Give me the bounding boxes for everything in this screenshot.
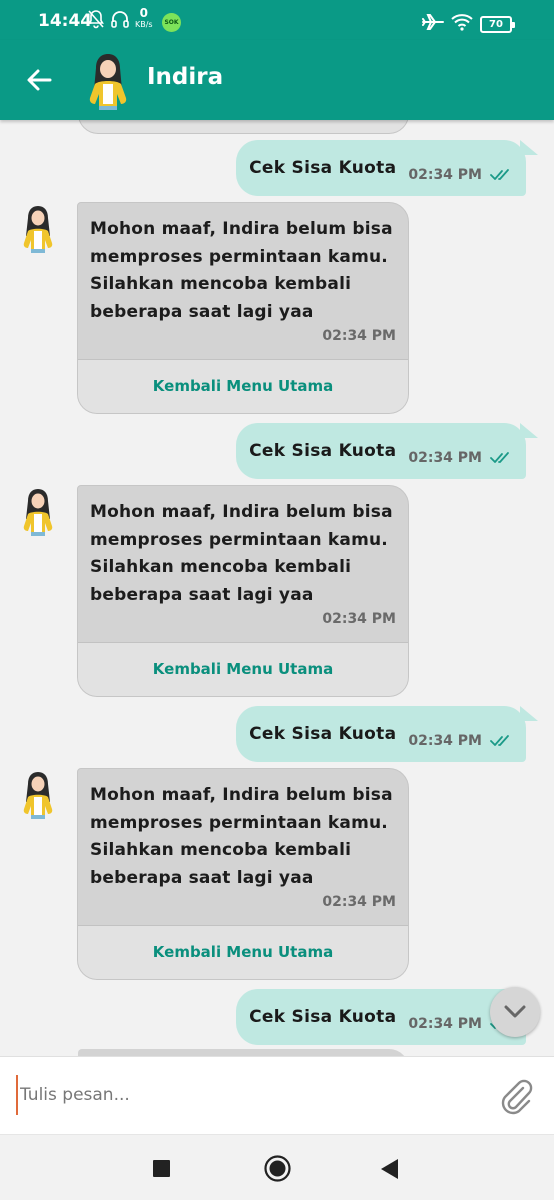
chat-area[interactable]: Cek Sisa Kuota 02:34 PM Mohon maaf, Indi…: [0, 120, 554, 1056]
message-time: 02:34 PM: [408, 167, 482, 183]
bot-avatar: [23, 206, 53, 253]
message-time: 02:34 PM: [322, 894, 396, 910]
status-bar: 14:44 0 KB/s SOK 70: [0, 0, 554, 40]
previous-message-card-partial: [78, 120, 409, 134]
airplane-mode-icon: [422, 14, 444, 30]
headset-icon: [111, 11, 129, 28]
bot-reply-card: Mohon maaf, Indira belum bisa memproses …: [77, 485, 409, 697]
bot-reply-card: Mohon maaf, Indira belum bisa memproses …: [77, 202, 409, 414]
notifications-off-icon: [88, 10, 104, 29]
message-text: Cek Sisa Kuota: [249, 724, 397, 744]
back-arrow-icon[interactable]: [24, 65, 54, 95]
status-time: 14:44: [38, 11, 93, 31]
app-notification-badge: SOK: [162, 13, 181, 32]
message-text: Mohon maaf, Indira belum bisa memproses …: [90, 785, 393, 888]
message-text: Mohon maaf, Indira belum bisa memproses …: [90, 502, 393, 605]
message-time: 02:34 PM: [408, 733, 482, 749]
chevron-down-icon: [504, 1005, 526, 1018]
back-to-main-menu-button[interactable]: Kembali Menu Utama: [78, 359, 408, 413]
next-message-card-partial: [78, 1049, 409, 1056]
outgoing-message[interactable]: Cek Sisa Kuota 02:34 PM: [236, 706, 526, 762]
double-check-icon: [490, 169, 509, 180]
outgoing-message[interactable]: Cek Sisa Kuota 02:34 PM: [236, 140, 526, 196]
paperclip-icon[interactable]: [497, 1077, 535, 1115]
network-speed-value: 0: [139, 6, 148, 20]
message-text: Cek Sisa Kuota: [249, 441, 397, 461]
system-navigation-bar: [0, 1134, 554, 1200]
battery-indicator: 70: [480, 16, 515, 33]
chat-title: Indira: [147, 64, 224, 90]
double-check-icon: [490, 452, 509, 463]
double-check-icon: [490, 735, 509, 746]
recent-apps-icon[interactable]: [153, 1160, 170, 1177]
outgoing-message[interactable]: Cek Sisa Kuota 02:34 PM: [236, 423, 526, 479]
message-composer: [0, 1056, 554, 1134]
scroll-to-bottom-button[interactable]: [490, 987, 540, 1037]
app-bar: Indira: [0, 40, 554, 120]
bot-avatar: [23, 772, 53, 819]
wifi-icon: [451, 14, 473, 31]
message-text: Cek Sisa Kuota: [249, 158, 397, 178]
message-text: Cek Sisa Kuota: [249, 1007, 397, 1027]
bot-avatar-header[interactable]: [84, 50, 132, 110]
message-time: 02:34 PM: [408, 1016, 482, 1032]
home-icon[interactable]: [264, 1155, 291, 1182]
bot-reply-card: Mohon maaf, Indira belum bisa memproses …: [77, 768, 409, 980]
back-to-main-menu-button[interactable]: Kembali Menu Utama: [78, 642, 408, 696]
message-time: 02:34 PM: [408, 450, 482, 466]
message-time: 02:34 PM: [322, 328, 396, 344]
back-to-main-menu-button[interactable]: Kembali Menu Utama: [78, 925, 408, 979]
message-text: Mohon maaf, Indira belum bisa memproses …: [90, 219, 393, 322]
network-speed: 0 KB/s: [135, 6, 153, 30]
bot-avatar: [23, 489, 53, 536]
network-speed-unit: KB/s: [135, 20, 153, 29]
outgoing-message[interactable]: Cek Sisa Kuota 02:34 PM: [236, 989, 526, 1045]
message-time: 02:34 PM: [322, 611, 396, 627]
back-nav-icon[interactable]: [381, 1159, 399, 1179]
message-input[interactable]: [16, 1075, 476, 1115]
